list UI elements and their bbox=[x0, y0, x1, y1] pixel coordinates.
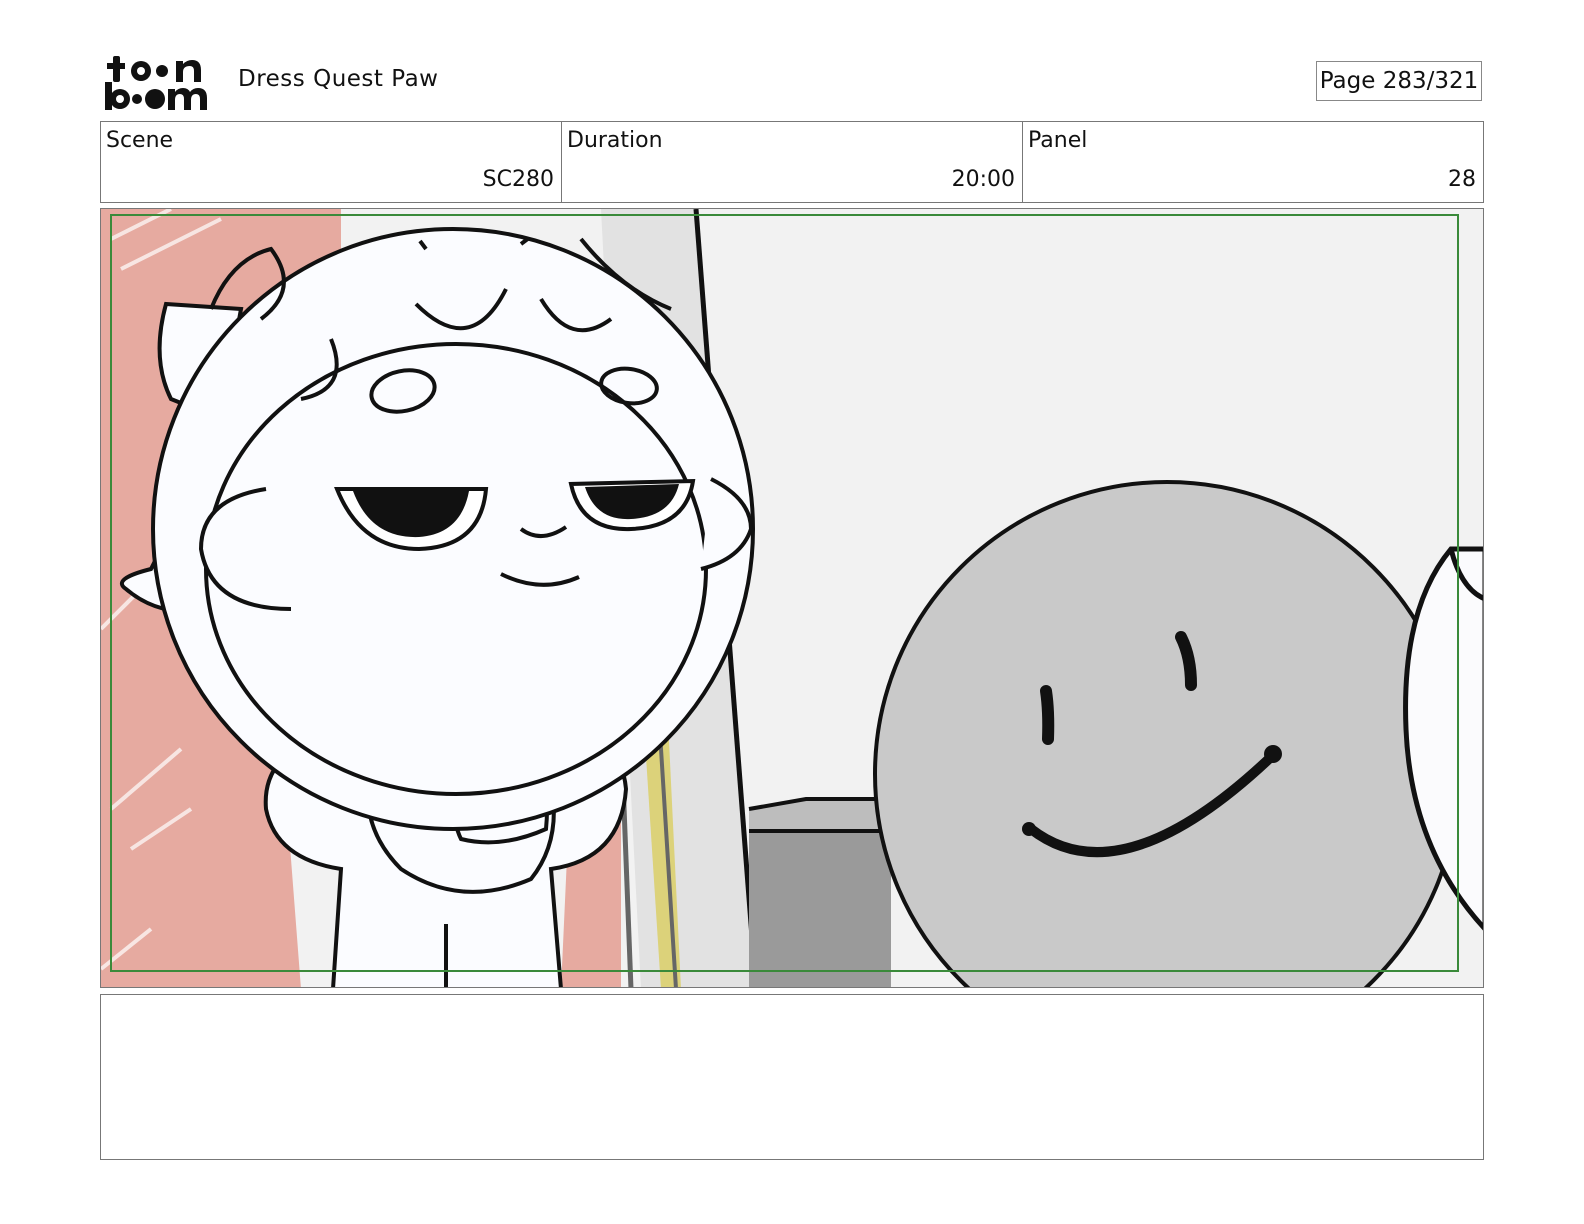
toon-boom-logo bbox=[104, 52, 216, 112]
scene-cell: Scene SC280 bbox=[101, 122, 562, 202]
panel-artwork bbox=[101, 209, 1483, 987]
duration-cell: Duration 20:00 bbox=[562, 122, 1023, 202]
storyboard-panel bbox=[100, 208, 1484, 988]
panel-info-table: Scene SC280 Duration 20:00 Panel 28 bbox=[100, 121, 1484, 203]
scene-value: SC280 bbox=[482, 167, 554, 192]
toon-boom-logo-icon bbox=[105, 56, 207, 110]
panel-value: 28 bbox=[1448, 167, 1476, 192]
panel-notes-box bbox=[100, 994, 1484, 1160]
project-title: Dress Quest Paw bbox=[238, 66, 439, 92]
scene-label: Scene bbox=[106, 128, 174, 153]
page-counter: Page 283/321 bbox=[1316, 61, 1482, 101]
panel-label: Panel bbox=[1028, 128, 1088, 153]
panel-cell: Panel 28 bbox=[1023, 122, 1483, 202]
duration-value: 20:00 bbox=[951, 167, 1015, 192]
duration-label: Duration bbox=[567, 128, 663, 153]
